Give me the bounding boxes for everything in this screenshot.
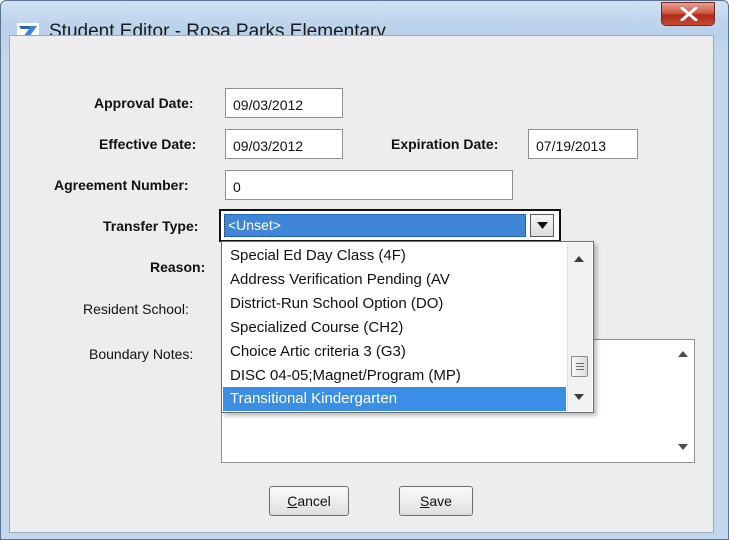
- dialog-window: Student Editor - Rosa Parks Elementary A…: [0, 0, 729, 540]
- chevron-down-icon: [537, 222, 548, 229]
- transfer-type-label: Transfer Type:: [103, 218, 199, 234]
- scrollbar-thumb[interactable]: [571, 356, 588, 377]
- agreement-number-field[interactable]: 0: [225, 170, 513, 200]
- approval-date-field[interactable]: 09/03/2012: [225, 88, 343, 118]
- transfer-type-select[interactable]: <Unset>: [219, 209, 561, 242]
- cancel-label: ancel: [297, 493, 331, 509]
- transfer-type-value: <Unset>: [224, 214, 526, 237]
- textarea-scrollbar[interactable]: [672, 340, 694, 462]
- reason-label: Reason:: [150, 259, 206, 275]
- save-label: ave: [429, 493, 452, 509]
- close-button[interactable]: [661, 2, 715, 26]
- boundary-notes-label: Boundary Notes:: [89, 346, 194, 362]
- dropdown-option[interactable]: Address Verification Pending (AV: [223, 268, 566, 292]
- effective-date-field[interactable]: 09/03/2012: [225, 129, 343, 159]
- expiration-date-label: Expiration Date:: [391, 136, 499, 152]
- cancel-accesskey: C: [287, 493, 298, 509]
- dropdown-option-selected[interactable]: Transitional Kindergarten: [223, 387, 566, 411]
- dropdown-option[interactable]: Choice Artic criteria 3 (G3): [223, 340, 566, 364]
- dropdown-scrollbar[interactable]: [567, 243, 592, 411]
- dropdown-option[interactable]: Specialized Course (CH2): [223, 316, 566, 340]
- transfer-type-dropdown[interactable]: Special Ed Day Class (4F) Address Verifi…: [221, 241, 594, 413]
- scroll-down-icon[interactable]: [574, 394, 584, 401]
- effective-date-label: Effective Date:: [99, 136, 197, 152]
- save-accesskey: S: [420, 493, 430, 509]
- approval-date-label: Approval Date:: [94, 95, 194, 111]
- scroll-up-icon[interactable]: [574, 255, 584, 262]
- scroll-down-icon[interactable]: [678, 444, 688, 451]
- scroll-up-icon[interactable]: [678, 350, 688, 357]
- resident-school-label: Resident School:: [83, 301, 189, 317]
- dropdown-option[interactable]: Special Ed Day Class (4F): [223, 244, 566, 268]
- save-button[interactable]: Save: [399, 486, 473, 516]
- close-icon: [680, 7, 698, 21]
- dropdown-option[interactable]: District-Run School Option (DO): [223, 292, 566, 316]
- agreement-number-label: Agreement Number:: [54, 177, 189, 193]
- cancel-button[interactable]: Cancel: [269, 486, 349, 516]
- expiration-date-field[interactable]: 07/19/2013: [528, 129, 638, 159]
- dropdown-arrow-button[interactable]: [530, 214, 554, 237]
- dropdown-option[interactable]: DISC 04-05;Magnet/Program (MP): [223, 364, 566, 388]
